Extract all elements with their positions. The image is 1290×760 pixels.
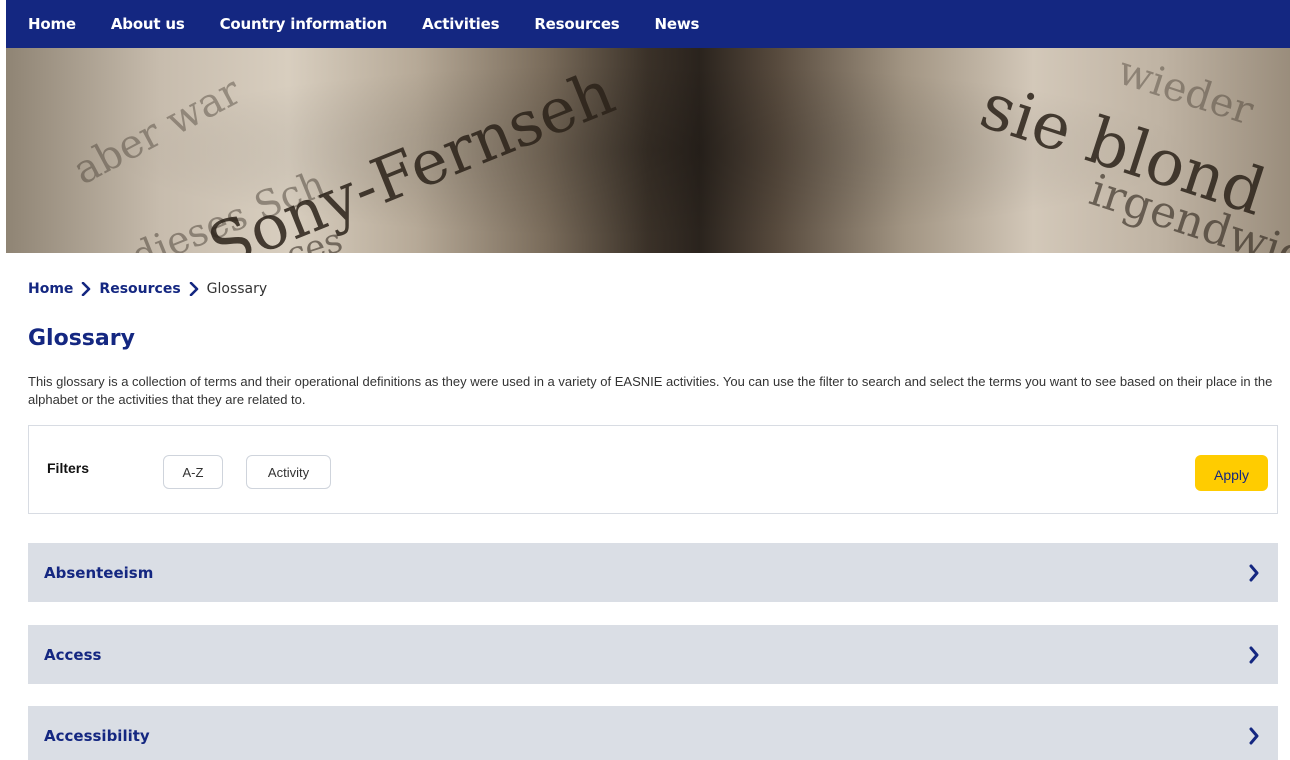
glossary-item-access[interactable]: Access (28, 625, 1278, 684)
filters-panel: Filters A-Z Activity Apply (28, 425, 1278, 514)
chevron-right-icon (1248, 646, 1260, 664)
breadcrumb-home[interactable]: Home (28, 281, 73, 297)
glossary-item-label: Absenteeism (44, 563, 154, 582)
top-navigation: Home About us Country information Activi… (6, 0, 1290, 48)
nav-resources[interactable]: Resources (534, 15, 619, 33)
chevron-right-icon (1248, 727, 1260, 745)
breadcrumb-current: Glossary (206, 281, 268, 297)
chevron-right-icon (1248, 564, 1260, 582)
filters-label: Filters (47, 460, 90, 476)
az-filter-button[interactable]: A-Z (163, 455, 223, 489)
nav-about-us[interactable]: About us (111, 15, 185, 33)
breadcrumb-resources[interactable]: Resources (99, 281, 180, 297)
glossary-item-label: Accessibility (44, 726, 150, 745)
apply-button[interactable]: Apply (1195, 455, 1268, 491)
chevron-right-icon (81, 282, 91, 296)
breadcrumb: Home Resources Glossary (28, 281, 267, 297)
glossary-item-accessibility[interactable]: Accessibility (28, 706, 1278, 760)
intro-text: This glossary is a collection of terms a… (28, 374, 1273, 407)
chevron-right-icon (189, 282, 199, 296)
nav-home[interactable]: Home (28, 15, 76, 33)
nav-news[interactable]: News (655, 15, 700, 33)
activity-filter-button[interactable]: Activity (246, 455, 331, 489)
glossary-item-absenteeism[interactable]: Absenteeism (28, 543, 1278, 602)
nav-country-information[interactable]: Country information (220, 15, 388, 33)
nav-activities[interactable]: Activities (422, 15, 499, 33)
glossary-item-label: Access (44, 645, 102, 664)
hero-banner: aber war Sony-Fernseh dieses Sch ces sie… (6, 48, 1290, 253)
page-title: Glossary (28, 326, 135, 351)
